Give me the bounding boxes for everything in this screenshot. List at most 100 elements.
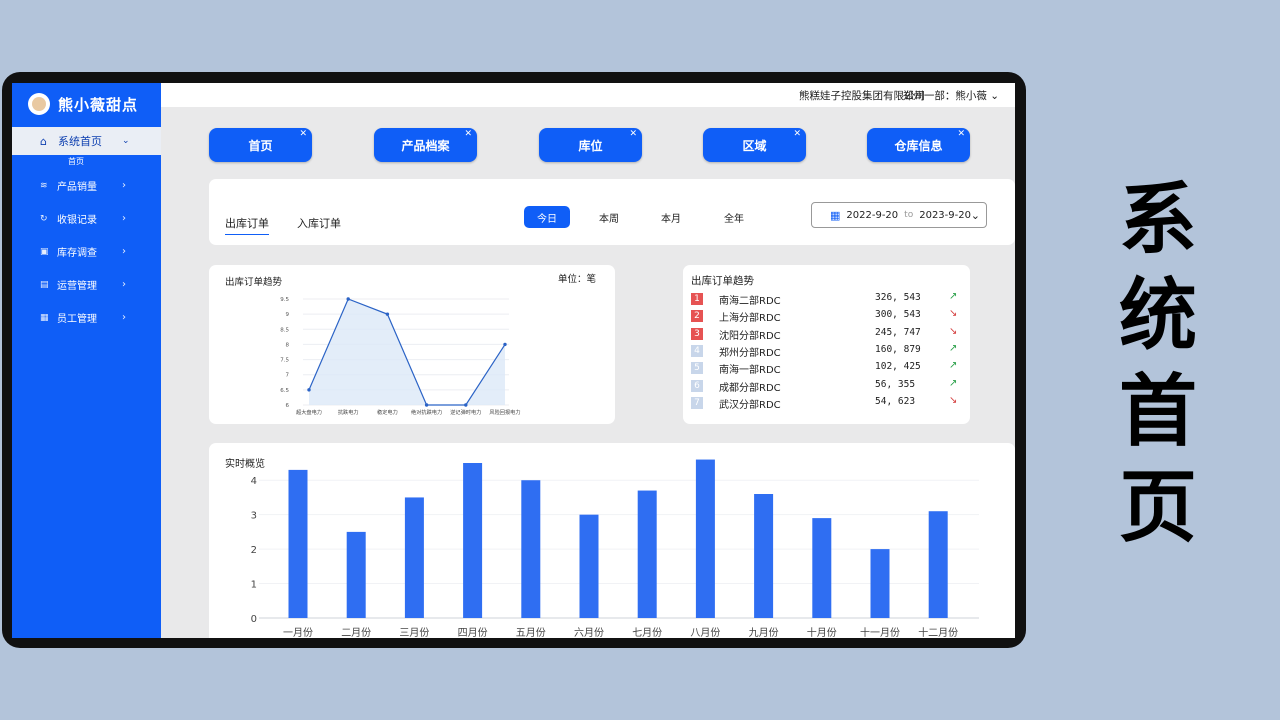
tab-location[interactable]: 库位 ✕	[539, 128, 642, 162]
data-point	[385, 312, 390, 316]
date-to: 2023-9-20	[919, 209, 971, 221]
rank-number: 4	[691, 344, 703, 357]
date-range-picker[interactable]: ▦ 2022-9-20 to 2023-9-20 ⌄	[811, 202, 987, 228]
rank-name: 南海二部RDC	[719, 296, 781, 307]
ranking-row: 7 武汉分部RDC 54, 623 ↘	[691, 395, 961, 412]
close-icon[interactable]: ✕	[464, 129, 472, 139]
x-tick-label: 一月份	[283, 627, 313, 638]
range-today-button[interactable]: 今日	[524, 206, 570, 228]
tab-label: 区域	[742, 138, 767, 153]
trend-up-icon: ↗	[949, 342, 958, 354]
y-tick-label: 0	[251, 614, 257, 625]
chevron-right-icon: ›	[122, 246, 126, 257]
tab-region[interactable]: 区域 ✕	[703, 128, 806, 162]
x-tick-label: 绝对抗跌电力	[411, 408, 442, 416]
rank-name: 武汉分部RDC	[719, 399, 781, 411]
page-side-title: 系统首页	[1118, 175, 1197, 553]
bar	[870, 549, 890, 618]
data-point	[503, 342, 507, 347]
trend-down-icon: ↘	[949, 308, 958, 320]
x-tick-label: 七月份	[632, 627, 662, 638]
tab-label: 产品档案	[401, 138, 450, 153]
bar	[928, 511, 948, 618]
chevron-right-icon: ›	[122, 180, 126, 191]
bar	[754, 494, 774, 618]
rank-number: 1	[691, 293, 703, 305]
sidebar-item-staff[interactable]: ▦ 员工管理 ›	[12, 301, 161, 334]
sidebar-item-label: 系统首页	[58, 135, 102, 148]
card-title: 出库订单趋势	[691, 275, 754, 287]
sidebar-item-label: 产品销量	[57, 182, 97, 193]
bar	[812, 518, 832, 618]
close-icon[interactable]: ✕	[299, 129, 307, 139]
chevron-right-icon: ›	[122, 312, 126, 323]
sidebar-item-inventory[interactable]: ▣ 库存调查 ›	[12, 235, 161, 268]
sidebar-item-home[interactable]: ⌂ 系统首页 ⌄	[12, 127, 161, 155]
x-tick-label: 逆记弹时电力	[450, 408, 481, 416]
home-icon: ⌂	[40, 134, 47, 148]
data-point	[346, 297, 350, 301]
rank-name: 沈阳分部RDC	[719, 330, 781, 342]
sidebar-item-cashier[interactable]: ↻ 收银记录 ›	[12, 202, 161, 235]
calendar-icon: ▦	[830, 208, 841, 222]
chevron-down-icon: ⌄	[990, 90, 999, 102]
x-tick-label: 抗跌电力	[338, 408, 359, 416]
filter-panel: 出库订单 入库订单 今日 本周 本月 全年 ▦ 2022-9-20 to 202…	[209, 179, 1015, 245]
rank-name: 郑州分部RDC	[719, 347, 781, 359]
y-tick-label: 7	[286, 373, 290, 379]
rank-value: 54, 623	[875, 395, 916, 407]
y-tick-label: 8	[286, 342, 290, 348]
close-icon[interactable]: ✕	[793, 129, 801, 139]
date-separator: to	[904, 210, 914, 220]
x-tick-label: 八月份	[690, 627, 720, 638]
ranking-row: 2 上海分部RDC 300, 543 ↘	[691, 308, 961, 325]
bar	[463, 463, 483, 618]
tab-inbound-orders[interactable]: 入库订单	[297, 215, 341, 231]
tab-warehouse-info[interactable]: 仓库信息 ✕	[867, 128, 970, 162]
sidebar-item-label: 库存调查	[57, 248, 97, 259]
tab-home[interactable]: 首页 ✕	[209, 128, 312, 162]
realtime-overview-card: 实时概览 4 3 2 1 0 一月份 二月份 三月份 四月份 五月份 六月份 七月份 八月份 九月份 十月份…	[209, 443, 1015, 638]
rank-name: 成都分部RDC	[719, 382, 781, 394]
x-tick-label: 超大盘电力	[296, 408, 322, 416]
x-tick-label: 九月份	[749, 627, 779, 638]
app-logo: 熊小薇甜点	[12, 83, 161, 125]
user-menu[interactable]: 郑州一部：熊小薇 ⌄	[903, 88, 999, 103]
close-icon[interactable]: ✕	[957, 129, 965, 139]
tab-outbound-orders[interactable]: 出库订单	[225, 215, 269, 235]
range-week-button[interactable]: 本周	[586, 206, 632, 228]
rank-value: 56, 355	[875, 378, 916, 390]
ranking-row: 1 南海二部RDC 326, 543 ↗	[691, 291, 961, 308]
sidebar-item-label: 收银记录	[57, 215, 97, 226]
sidebar-item-label: 员工管理	[57, 314, 97, 325]
x-tick-label: 五月份	[516, 627, 546, 638]
box-icon: ▣	[40, 246, 49, 257]
sidebar-item-label: 运营管理	[57, 281, 97, 292]
range-year-button[interactable]: 全年	[711, 206, 757, 228]
sidebar-item-sales[interactable]: ≋ 产品销量 ›	[12, 169, 161, 202]
trend-up-icon: ↗	[949, 360, 958, 372]
close-icon[interactable]: ✕	[629, 129, 637, 139]
bar	[579, 514, 599, 618]
user-name: 郑州一部：熊小薇	[902, 90, 987, 102]
y-tick-label: 6	[286, 403, 290, 409]
rank-number: 5	[691, 362, 703, 375]
date-from: 2022-9-20	[846, 209, 899, 221]
data-point	[424, 403, 429, 407]
app-name: 熊小薇甜点	[58, 95, 139, 114]
x-tick-label: 稳定电力	[377, 408, 398, 416]
x-tick-label: 十二月份	[918, 626, 958, 638]
sidebar-subitem-home[interactable]: 首页	[12, 155, 161, 169]
sidebar-item-operations[interactable]: ▤ 运营管理 ›	[12, 268, 161, 301]
x-tick-label: 风险回报电力	[489, 408, 520, 416]
rank-number: 6	[691, 379, 703, 392]
tab-label: 库位	[578, 138, 603, 153]
bar	[288, 469, 308, 618]
tab-product-archive[interactable]: 产品档案 ✕	[374, 128, 477, 162]
rank-value: 160, 879	[875, 343, 921, 355]
y-tick-label: 6.5	[280, 388, 289, 394]
x-tick-label: 四月份	[458, 627, 488, 638]
bar	[637, 490, 657, 618]
user-card-icon: ▦	[40, 312, 49, 323]
range-month-button[interactable]: 本月	[648, 206, 694, 228]
